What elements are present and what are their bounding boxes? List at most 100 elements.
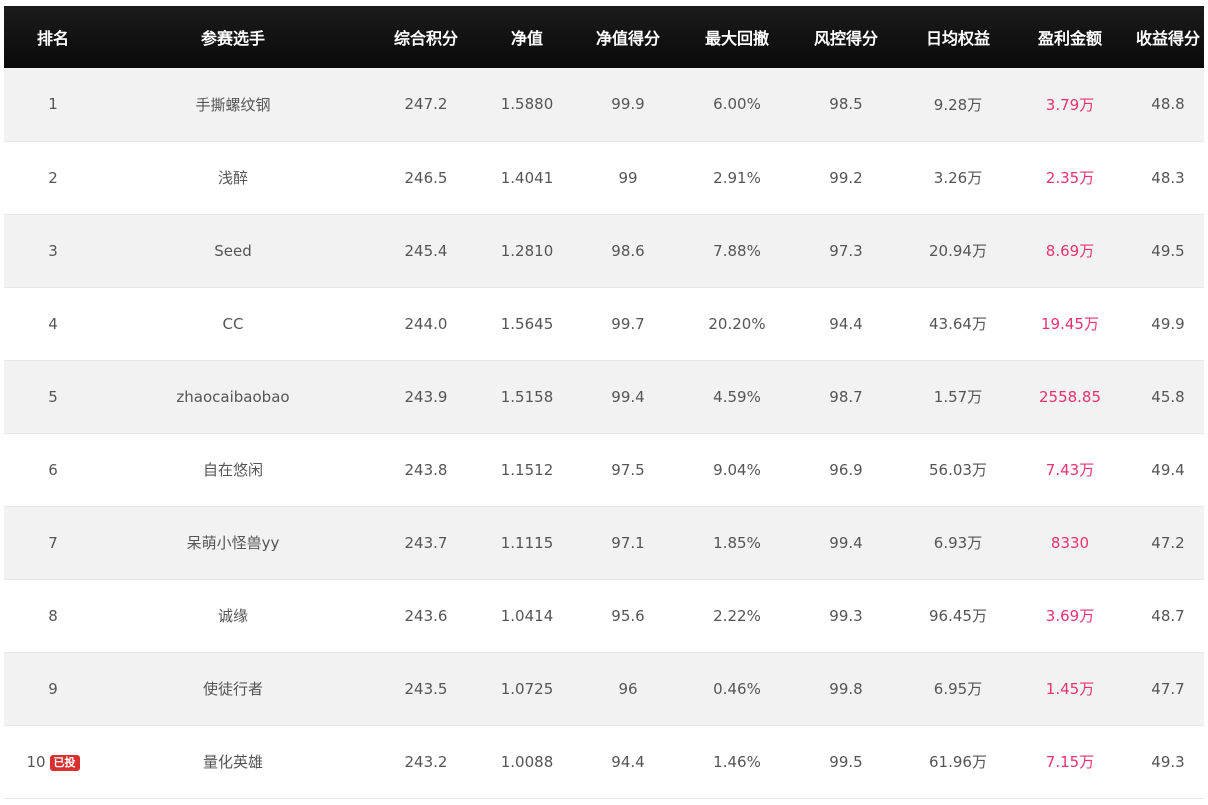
- player-name[interactable]: 自在悠闲: [102, 433, 364, 506]
- risk-score-cell: 97.3: [829, 241, 863, 260]
- nav-cell: 1.0414: [500, 606, 554, 625]
- return-score-cell: 48.3: [1151, 168, 1185, 187]
- nav-cell: 1.4041: [500, 168, 554, 187]
- nav-cell: 1.0725: [500, 679, 554, 698]
- avg-equity-cell: 96.45万: [929, 607, 987, 625]
- return-score-cell: 49.5: [1151, 241, 1185, 260]
- nav-cell: 1.5645: [500, 314, 554, 333]
- nav-score-cell: 99.4: [611, 387, 645, 406]
- header-profit[interactable]: 盈利金额: [1008, 6, 1132, 68]
- return-score-cell: 47.2: [1151, 533, 1185, 552]
- nav-cell: 1.5158: [500, 387, 554, 406]
- nav-cell: 1.1512: [500, 460, 554, 479]
- header-return-score[interactable]: 收益得分: [1132, 6, 1204, 68]
- player-name[interactable]: 诚缘: [102, 579, 364, 652]
- table-row[interactable]: 9 使徒行者 243.5 1.0725 96 0.46% 99.8 6.95万 1.45万 47.…: [4, 652, 1204, 725]
- rank-cell: 8: [4, 579, 102, 652]
- rank-cell: 4: [4, 287, 102, 360]
- rank-number: 10: [26, 752, 46, 771]
- rank-cell: 7: [4, 506, 102, 579]
- rank-number: 1: [48, 95, 58, 114]
- header-avg-equity[interactable]: 日均权益: [908, 6, 1008, 68]
- header-max-drawdown[interactable]: 最大回撤: [690, 6, 784, 68]
- nav-score-cell: 97.1: [611, 533, 645, 552]
- rank-cell: 10 已投: [4, 725, 102, 798]
- max-drawdown-cell: 7.88%: [713, 241, 761, 260]
- max-drawdown-cell: 2.91%: [713, 168, 761, 187]
- risk-score-cell: 99.3: [829, 606, 863, 625]
- nav-score-cell: 95.6: [611, 606, 645, 625]
- max-drawdown-cell: 9.04%: [713, 460, 761, 479]
- total-score-cell: 243.2: [404, 752, 448, 771]
- player-name[interactable]: 手撕螺纹钢: [102, 68, 364, 141]
- player-name[interactable]: CC: [102, 287, 364, 360]
- avg-equity-cell: 9.28万: [933, 95, 983, 114]
- profit-cell: 7.43万: [1045, 461, 1095, 479]
- player-name[interactable]: 量化英雄: [102, 725, 364, 798]
- rank-cell: 9: [4, 652, 102, 725]
- avg-equity-cell: 6.95万: [933, 680, 983, 698]
- rank-cell: 2: [4, 141, 102, 214]
- rank-cell: 6: [4, 433, 102, 506]
- risk-score-cell: 99.2: [829, 168, 863, 187]
- header-risk-score[interactable]: 风控得分: [784, 6, 908, 68]
- profit-cell: 8330: [1050, 533, 1090, 552]
- table-row[interactable]: 1 手撕螺纹钢 247.2 1.5880 99.9 6.00% 98.5 9.28万 3.79万…: [4, 68, 1204, 141]
- max-drawdown-cell: 4.59%: [713, 387, 761, 406]
- table-row[interactable]: 5 zhaocaibaobao 243.9 1.5158 99.4 4.59% 98.7 1.…: [4, 360, 1204, 433]
- risk-score-cell: 99.5: [829, 752, 863, 771]
- avg-equity-cell: 43.64万: [929, 315, 987, 333]
- table-body: 1 手撕螺纹钢 247.2 1.5880 99.9 6.00% 98.5 9.28万 3.79万…: [4, 68, 1204, 798]
- player-name[interactable]: 呆萌小怪兽yy: [102, 506, 364, 579]
- risk-score-cell: 98.5: [829, 95, 863, 114]
- return-score-cell: 45.8: [1151, 387, 1185, 406]
- avg-equity-cell: 6.93万: [933, 534, 983, 552]
- profit-cell: 3.79万: [1045, 95, 1095, 114]
- rank-number: 9: [48, 679, 58, 698]
- nav-score-cell: 99: [618, 168, 638, 187]
- total-score-cell: 247.2: [404, 95, 448, 114]
- table-row[interactable]: 6 自在悠闲 243.8 1.1512 97.5 9.04% 96.9 56.03万 7.43万…: [4, 433, 1204, 506]
- table-row[interactable]: 10 已投 量化英雄 243.2 1.0088 94.4 1.46% 99.5 61.96万 7.…: [4, 725, 1204, 798]
- avg-equity-cell: 61.96万: [929, 753, 987, 771]
- table-row[interactable]: 4 CC 244.0 1.5645 99.7 20.20% 94.4 43.64万 19.45万…: [4, 287, 1204, 360]
- table-row[interactable]: 2 浅醉 246.5 1.4041 99 2.91% 99.2 3.26万 2.35万 48.3: [4, 141, 1204, 214]
- total-score-cell: 246.5: [404, 168, 448, 187]
- table-row[interactable]: 8 诚缘 243.6 1.0414 95.6 2.22% 99.3 96.45万 3.69万 48…: [4, 579, 1204, 652]
- rank-cell: 5: [4, 360, 102, 433]
- table-row[interactable]: 3 Seed 245.4 1.2810 98.6 7.88% 97.3 20.94万 8.69万…: [4, 214, 1204, 287]
- rank-number: 3: [48, 241, 58, 260]
- nav-cell: 1.2810: [500, 241, 554, 260]
- total-score-cell: 245.4: [404, 241, 448, 260]
- rank-cell: 3: [4, 214, 102, 287]
- return-score-cell: 47.7: [1151, 679, 1185, 698]
- total-score-cell: 243.6: [404, 606, 448, 625]
- total-score-cell: 244.0: [404, 314, 448, 333]
- return-score-cell: 49.3: [1151, 752, 1185, 771]
- table-row[interactable]: 7 呆萌小怪兽yy 243.7 1.1115 97.1 1.85% 99.4 6.93万 833…: [4, 506, 1204, 579]
- profit-cell: 1.45万: [1045, 680, 1095, 698]
- header-player[interactable]: 参赛选手: [102, 6, 364, 68]
- profit-cell: 19.45万: [1041, 315, 1099, 333]
- total-score-cell: 243.9: [404, 387, 448, 406]
- nav-cell: 1.5880: [500, 95, 554, 114]
- rank-number: 7: [48, 533, 58, 552]
- nav-score-cell: 94.4: [611, 752, 645, 771]
- max-drawdown-cell: 1.85%: [713, 533, 761, 552]
- return-score-cell: 48.7: [1151, 606, 1185, 625]
- nav-score-cell: 99.7: [611, 314, 645, 333]
- header-rank[interactable]: 排名: [4, 6, 102, 68]
- header-total-score[interactable]: 综合积分: [364, 6, 488, 68]
- profit-cell: 3.69万: [1045, 607, 1095, 625]
- header-nav[interactable]: 净值: [488, 6, 566, 68]
- nav-cell: 1.1115: [500, 533, 554, 552]
- nav-score-cell: 99.9: [611, 95, 645, 114]
- player-name[interactable]: Seed: [102, 214, 364, 287]
- header-nav-score[interactable]: 净值得分: [566, 6, 690, 68]
- avg-equity-cell: 56.03万: [929, 461, 987, 479]
- player-name[interactable]: 使徒行者: [102, 652, 364, 725]
- player-name[interactable]: 浅醉: [102, 141, 364, 214]
- player-name[interactable]: zhaocaibaobao: [102, 360, 364, 433]
- return-score-cell: 49.4: [1151, 460, 1185, 479]
- total-score-cell: 243.7: [404, 533, 448, 552]
